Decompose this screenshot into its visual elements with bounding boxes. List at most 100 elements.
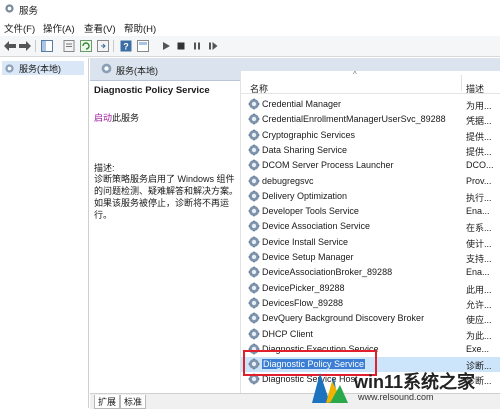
help-icon[interactable]: ? <box>119 39 133 53</box>
watermark-url: www.relsound.com <box>358 392 434 402</box>
service-row[interactable]: Delivery Optimization 执行... <box>241 189 500 204</box>
gear-icon <box>248 129 260 141</box>
service-description: Exe... <box>466 343 490 354</box>
service-name: DCOM Server Process Launcher <box>262 160 394 171</box>
service-row[interactable]: Data Sharing Service 提供... <box>241 143 500 158</box>
menu-view[interactable]: 查看(V) <box>84 21 116 35</box>
service-name: Device Install Service <box>262 236 349 247</box>
start-line: 启动此服务 <box>94 111 139 124</box>
toolbar-separator <box>113 40 114 52</box>
forward-arrow-icon[interactable] <box>18 39 32 53</box>
service-row[interactable]: debugregsvc Prov... <box>241 174 500 189</box>
pause-service-icon[interactable] <box>190 39 204 53</box>
description-text: 诊断策略服务启用了 Windows 组件的问题检测、疑难解答和解决方案。如果该服… <box>94 174 239 220</box>
gear-icon <box>5 63 14 73</box>
service-description: 为用... <box>466 101 492 111</box>
service-description: 凭据... <box>466 116 492 127</box>
service-description: DCO... <box>466 160 494 171</box>
gear-icon <box>248 175 260 186</box>
start-service-icon[interactable] <box>159 39 173 53</box>
gear-icon <box>248 236 260 248</box>
service-name: DevQuery Background Discovery Broker <box>262 313 425 324</box>
window-title: 服务 <box>19 6 39 17</box>
svg-text:?: ? <box>123 42 129 52</box>
column-name-header[interactable]: 名称 <box>250 82 268 95</box>
service-row[interactable]: Device Association Service 在系... <box>241 219 500 234</box>
column-header: ^ 名称 描述 <box>241 70 500 95</box>
gear-icon <box>248 144 260 156</box>
service-row[interactable]: Device Install Service 使计... <box>241 235 500 250</box>
service-row[interactable]: DeviceAssociationBroker_89288 Ena... <box>241 265 500 280</box>
service-row[interactable]: Credential Manager 为用... <box>241 97 500 112</box>
gear-icon <box>248 190 260 202</box>
title-bar: 服务 <box>0 0 500 18</box>
show-tree-icon[interactable] <box>40 39 54 53</box>
watermark-logo-icon <box>312 373 348 403</box>
service-name: DeviceAssociationBroker_89288 <box>262 267 393 278</box>
stop-service-icon[interactable] <box>174 39 188 53</box>
service-description: 为此... <box>466 330 492 341</box>
service-description: 支持... <box>466 254 492 264</box>
tree-item-label: 服务(本地) <box>19 63 61 74</box>
service-description: 允许... <box>466 299 492 310</box>
column-description-header[interactable]: 描述 <box>466 82 484 95</box>
service-name: CredentialEnrollmentManagerUserSvc_89288 <box>262 114 446 125</box>
service-row[interactable]: Device Setup Manager 支持... <box>241 250 500 265</box>
gear-icon <box>248 282 260 294</box>
service-name: DevicesFlow_89288 <box>262 297 344 308</box>
service-description: 使计... <box>466 238 492 249</box>
service-row[interactable]: DevicesFlow_89288 允许... <box>241 296 500 311</box>
gear-icon <box>101 63 112 74</box>
service-row[interactable]: CredentialEnrollmentManagerUserSvc_89288… <box>241 112 500 127</box>
menu-help[interactable]: 帮助(H) <box>124 21 156 35</box>
service-row[interactable]: Cryptographic Services 提供... <box>241 128 500 143</box>
tab-extended[interactable]: 扩展 <box>94 395 121 409</box>
pane-header-title: 服务(本地) <box>116 66 158 76</box>
menu-bar: 文件(F) 操作(A) 查看(V) 帮助(H) <box>0 19 500 35</box>
service-description: 提供... <box>466 131 492 142</box>
service-row[interactable]: DHCP Client 为此... <box>241 327 500 342</box>
service-name: debugregsvc <box>262 175 314 186</box>
service-name: Credential Manager <box>262 99 342 109</box>
service-name: Device Association Service <box>262 221 371 232</box>
console-tree: 服务(本地) <box>0 58 89 408</box>
service-name: Delivery Optimization <box>262 190 348 201</box>
service-description: 在系... <box>466 223 492 234</box>
service-name: Cryptographic Services <box>262 129 356 140</box>
gear-icon <box>248 220 260 232</box>
restart-service-icon[interactable] <box>206 39 220 53</box>
service-description: 提供... <box>466 146 492 157</box>
watermark: win11系统之家 www.relsound.com <box>306 366 500 408</box>
sort-ascending-icon: ^ <box>353 70 357 79</box>
service-row[interactable]: DevicePicker_89288 此用... <box>241 281 500 296</box>
service-description: Ena... <box>466 267 490 278</box>
view-pane-icon[interactable] <box>136 39 150 53</box>
refresh-icon[interactable] <box>79 39 93 53</box>
tree-item-services-local[interactable]: 服务(本地) <box>2 61 84 75</box>
column-divider[interactable] <box>461 75 462 91</box>
service-description: Ena... <box>466 206 490 217</box>
gear-icon <box>248 205 260 217</box>
service-name: Device Setup Manager <box>262 252 354 262</box>
tab-standard[interactable]: 标准 <box>120 395 147 409</box>
selected-service-title: Diagnostic Policy Service <box>94 85 210 96</box>
service-name: Developer Tools Service <box>262 206 359 217</box>
gear-icon <box>248 251 260 263</box>
menu-file[interactable]: 文件(F) <box>4 21 35 35</box>
service-description: 使应... <box>466 315 492 326</box>
toolbar: ? <box>0 36 500 57</box>
menu-action[interactable]: 操作(A) <box>43 21 75 35</box>
properties-icon[interactable] <box>62 39 76 53</box>
start-service-link[interactable]: 启动 <box>94 113 112 123</box>
back-arrow-icon[interactable] <box>3 39 17 53</box>
gear-icon <box>248 297 260 309</box>
service-row[interactable]: DevQuery Background Discovery Broker 使应..… <box>241 311 500 326</box>
gear-icon <box>248 159 260 171</box>
service-name: DHCP Client <box>262 328 313 339</box>
description-panel: Diagnostic Policy Service 启动此服务 描述: 诊断策略… <box>90 81 240 393</box>
gear-icon <box>248 266 260 278</box>
service-row[interactable]: DCOM Server Process Launcher DCO... <box>241 158 500 173</box>
export-list-icon[interactable] <box>96 39 110 53</box>
service-row[interactable]: Developer Tools Service Ena... <box>241 204 500 219</box>
service-name: DevicePicker_89288 <box>262 282 345 293</box>
